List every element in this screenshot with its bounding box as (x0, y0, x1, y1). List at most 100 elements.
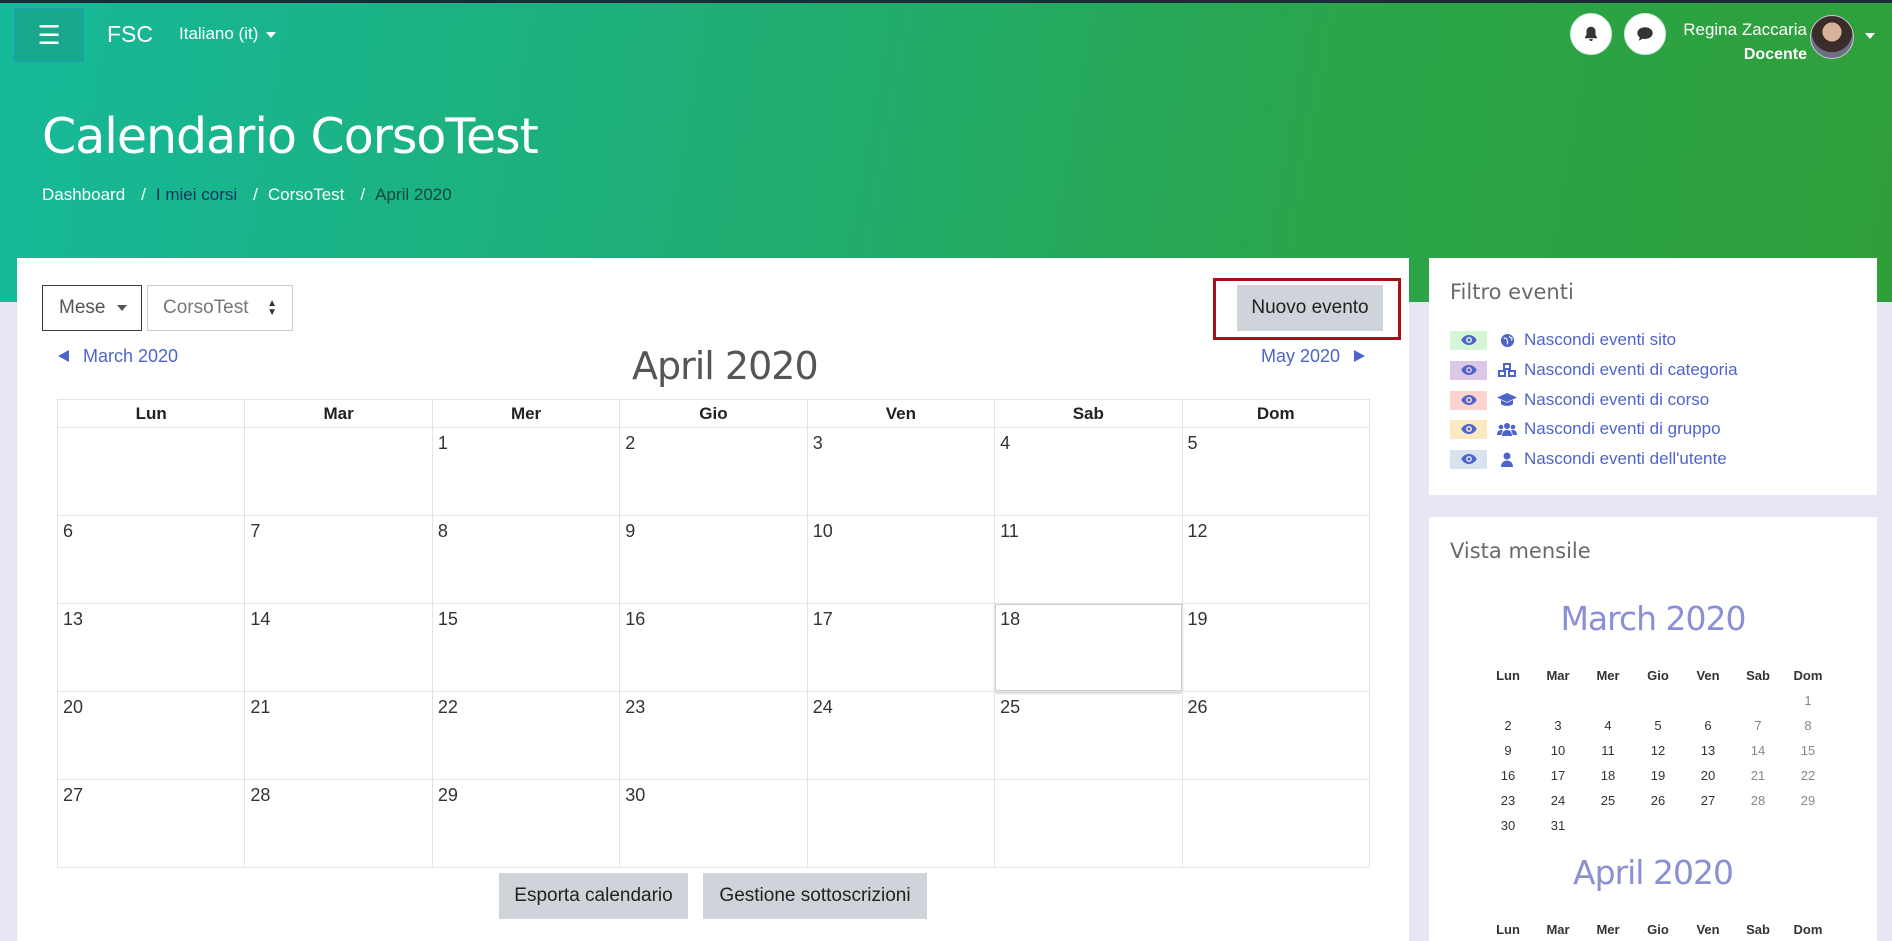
calendar-day-cell[interactable]: 13 (56, 603, 246, 692)
avatar[interactable] (1810, 15, 1854, 59)
mini-day: 9 (1504, 743, 1512, 758)
calendar-day-cell[interactable]: 2 (619, 427, 808, 516)
mini-day: 29 (1800, 793, 1816, 808)
next-month-link[interactable]: May 2020 (1261, 346, 1366, 367)
filter-label: Nascondi eventi di categoria (1524, 360, 1738, 379)
mini-day (1783, 813, 1833, 838)
mini-day: 8 (1804, 718, 1812, 733)
calendar-day-cell[interactable]: 17 (806, 603, 996, 692)
previous-month-label: March 2020 (83, 346, 179, 366)
course-select[interactable]: CorsoTest ▲ ▼ (147, 285, 293, 331)
mini-calendar-april: Lun Mar Mer Gio Ven Sab Dom (1483, 917, 1833, 941)
caret-down-icon[interactable] (1865, 33, 1875, 39)
calendar-week-row: 20 21 22 23 24 25 26 (56, 691, 1371, 780)
month-title: April 2020 (632, 344, 819, 388)
messages-button[interactable] (1624, 13, 1666, 55)
calendar-day-cell[interactable]: 23 (619, 691, 808, 780)
language-menu[interactable]: Italiano (it) (179, 24, 277, 44)
calendar-day-cell[interactable]: 4 (994, 427, 1183, 516)
calendar-day-cell[interactable] (1181, 779, 1371, 868)
filter-category-events[interactable]: Nascondi eventi di categoria (1450, 358, 1738, 382)
calendar-day-cell[interactable]: 9 (619, 515, 808, 604)
mini-day: 21 (1750, 768, 1766, 783)
calendar-day-cell[interactable]: 14 (244, 603, 433, 692)
weekday-header: Lun (56, 399, 246, 428)
filter-label: Nascondi eventi dell'utente (1524, 449, 1727, 468)
calendar-day-cell[interactable]: 19 (1181, 603, 1371, 692)
mini-day: 5 (1654, 718, 1662, 733)
mini-day (1733, 813, 1783, 838)
mini-day: 12 (1650, 743, 1666, 758)
breadcrumb-dashboard[interactable]: Dashboard (42, 185, 125, 204)
calendar-day-cell[interactable]: 27 (56, 779, 246, 868)
arrow-right-icon (1354, 350, 1366, 362)
calendar-day-cell[interactable]: 20 (56, 691, 246, 780)
weekday-header: Gio (619, 399, 808, 428)
calendar-day-cell-today[interactable]: 18 (994, 603, 1183, 692)
mini-month-title-april[interactable]: April 2020 (1429, 853, 1877, 892)
calendar-day-cell[interactable]: 3 (806, 427, 996, 516)
mini-day: 13 (1700, 743, 1716, 758)
calendar-day-cell[interactable] (806, 779, 996, 868)
mini-day (1533, 688, 1583, 713)
calendar-day-cell[interactable]: 15 (431, 603, 621, 692)
mini-calendar-march: Lun Mar Mer Gio Ven Sab Dom 1 2 3 4 5 6 … (1483, 663, 1833, 838)
mini-day: 30 (1500, 818, 1516, 833)
calendar-day-cell[interactable]: 6 (56, 515, 246, 604)
calendar-week-row: 1 2 3 4 5 (56, 427, 1371, 516)
calendar-day-cell[interactable]: 25 (994, 691, 1183, 780)
next-month-label: May 2020 (1261, 346, 1341, 366)
weekday-header: Ven (806, 399, 996, 428)
calendar-day-cell[interactable]: 24 (806, 691, 996, 780)
user-menu[interactable]: Regina Zaccaria Docente (1683, 17, 1807, 67)
eye-icon (1450, 449, 1487, 469)
mini-day: 23 (1500, 793, 1516, 808)
mini-day (1633, 813, 1683, 838)
navbar: ☰ FSC Italiano (it) Regina Zaccaria Doce… (0, 3, 1892, 63)
calendar-day-cell[interactable]: 16 (619, 603, 808, 692)
menu-toggle-button[interactable]: ☰ (14, 8, 84, 62)
breadcrumb-current: April 2020 (375, 185, 452, 204)
calendar-day-cell[interactable]: 10 (806, 515, 996, 604)
calendar-day-cell[interactable]: 29 (431, 779, 621, 868)
eye-icon (1450, 330, 1487, 350)
cubes-icon (1496, 361, 1518, 379)
calendar-day-cell[interactable]: 22 (431, 691, 621, 780)
page-title: Calendario CorsoTest (42, 108, 539, 165)
calendar-day-cell[interactable]: 11 (994, 515, 1183, 604)
calendar-day-cell[interactable]: 30 (619, 779, 808, 868)
mini-day: 6 (1704, 718, 1712, 733)
export-calendar-button[interactable]: Esporta calendario (499, 873, 688, 919)
filter-user-events[interactable]: Nascondi eventi dell'utente (1450, 447, 1727, 471)
breadcrumb-course[interactable]: CorsoTest (268, 185, 345, 204)
mini-month-title-march[interactable]: March 2020 (1429, 599, 1877, 638)
calendar-week-row: 6 7 8 9 10 11 12 (56, 515, 1371, 604)
filter-site-events[interactable]: Nascondi eventi sito (1450, 328, 1676, 352)
calendar-day-cell[interactable]: 8 (431, 515, 621, 604)
calendar-day-cell[interactable] (994, 779, 1183, 868)
calendar-day-cell[interactable]: 21 (244, 691, 433, 780)
previous-month-link[interactable]: March 2020 (58, 346, 178, 367)
calendar-day-cell[interactable]: 5 (1181, 427, 1371, 516)
manage-subscriptions-button[interactable]: Gestione sottoscrizioni (703, 873, 927, 919)
calendar-day-cell[interactable]: 12 (1181, 515, 1371, 604)
calendar-day-cell[interactable]: 7 (244, 515, 433, 604)
calendar-day-cell[interactable]: 1 (431, 427, 621, 516)
calendar-day-cell[interactable] (56, 427, 246, 516)
eye-icon (1450, 390, 1487, 410)
breadcrumb-my-courses[interactable]: I miei corsi (156, 185, 237, 204)
site-brand[interactable]: FSC (107, 21, 153, 48)
filter-course-events[interactable]: Nascondi eventi di corso (1450, 388, 1709, 412)
globe-icon (1496, 331, 1518, 349)
mini-week-row: 1 (1483, 688, 1833, 713)
mini-weekday-row: Lun Mar Mer Gio Ven Sab Dom (1483, 917, 1833, 941)
calendar-day-cell[interactable]: 28 (244, 779, 433, 868)
view-select[interactable]: Mese (42, 285, 142, 331)
new-event-button[interactable]: Nuovo evento (1237, 285, 1383, 331)
filter-group-events[interactable]: Nascondi eventi di gruppo (1450, 417, 1721, 441)
mini-week-row: 23 24 25 26 27 28 29 (1483, 788, 1833, 813)
mini-weekday: Dom (1793, 668, 1823, 683)
notifications-button[interactable] (1570, 13, 1612, 55)
calendar-day-cell[interactable]: 26 (1181, 691, 1371, 780)
calendar-day-cell[interactable] (244, 427, 433, 516)
